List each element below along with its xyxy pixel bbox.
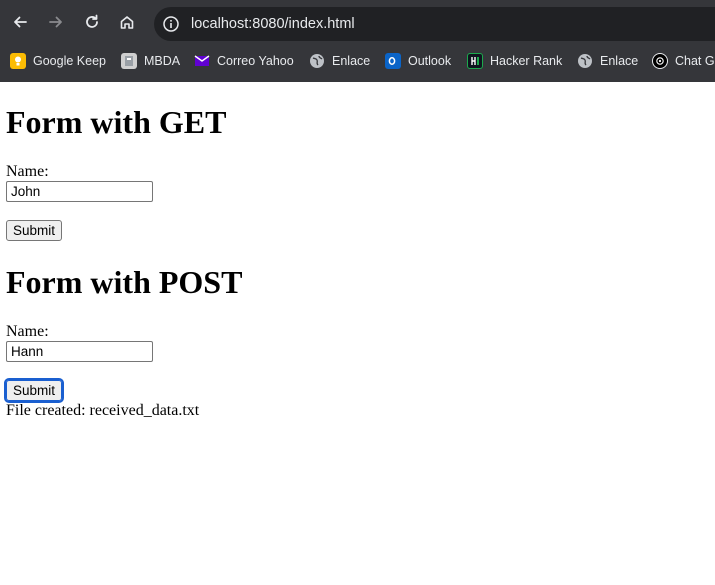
bookmark-enlace-1[interactable]: Enlace (309, 48, 370, 74)
bookmark-label: Google Keep (33, 54, 106, 68)
arrow-left-icon (14, 16, 27, 28)
reload-icon (86, 14, 98, 28)
globe-icon (577, 53, 593, 69)
status-message: File created: received_data.txt (6, 402, 200, 419)
browser-toolbar: localhost:8080/index.html (0, 0, 715, 44)
address-bar[interactable]: localhost:8080/index.html (154, 7, 715, 41)
post-form: Form with POST Name: Submit (3, 262, 709, 403)
arrow-right-icon (49, 16, 62, 28)
bookmark-label: Correo Yahoo (217, 54, 294, 68)
post-submit-button[interactable]: Submit (3, 378, 65, 403)
url-text[interactable]: localhost:8080/index.html (191, 7, 355, 41)
bookmark-label: MBDA (144, 54, 181, 68)
get-name-input[interactable] (6, 181, 153, 202)
outlook-icon (385, 53, 401, 69)
bookmark-enlace-2[interactable]: Enlace (577, 48, 638, 74)
reload-button[interactable] (78, 8, 106, 36)
bookmark-label: Chat G (675, 54, 715, 68)
post-name-label: Name: (6, 323, 49, 340)
mbda-icon (121, 53, 137, 69)
globe-icon (309, 53, 325, 69)
get-form: Form with GET Name: Submit (6, 102, 709, 241)
get-name-label: Name: (6, 163, 49, 180)
bookmark-label: Hacker Rank (490, 54, 563, 68)
bookmark-label: Enlace (332, 54, 371, 68)
get-form-title: Form with GET (6, 104, 227, 140)
bookmark-label: Outlook (408, 54, 452, 68)
browser-chrome: localhost:8080/index.html Google Keep MB… (0, 0, 715, 82)
bookmark-outlook[interactable]: Outlook (385, 48, 451, 74)
bookmark-hacker-rank[interactable]: Hacker Rank (467, 48, 562, 74)
home-icon (120, 16, 134, 29)
chatgpt-icon (652, 53, 668, 69)
bookmarks-bar: Google Keep MBDA Correo Yahoo Enlace Out… (0, 48, 715, 74)
bookmark-chat-gpt[interactable]: Chat G (652, 48, 715, 74)
yahoo-mail-icon (194, 53, 210, 69)
bookmark-correo-yahoo[interactable]: Correo Yahoo (194, 48, 294, 74)
post-name-input[interactable] (6, 341, 153, 362)
bookmark-google-keep[interactable]: Google Keep (10, 48, 106, 74)
post-form-title: Form with POST (6, 264, 243, 300)
google-keep-icon (10, 53, 26, 69)
site-info-icon[interactable] (162, 15, 180, 33)
bookmark-label: Enlace (600, 54, 639, 68)
forward-button[interactable] (42, 8, 70, 36)
home-button[interactable] (113, 8, 141, 36)
page-content: Form with GET Name: Submit Form with POS… (0, 82, 715, 585)
hackerrank-icon (467, 53, 483, 69)
back-button[interactable] (6, 8, 34, 36)
get-submit-button[interactable]: Submit (6, 220, 63, 241)
bookmark-mbda[interactable]: MBDA (121, 48, 180, 74)
